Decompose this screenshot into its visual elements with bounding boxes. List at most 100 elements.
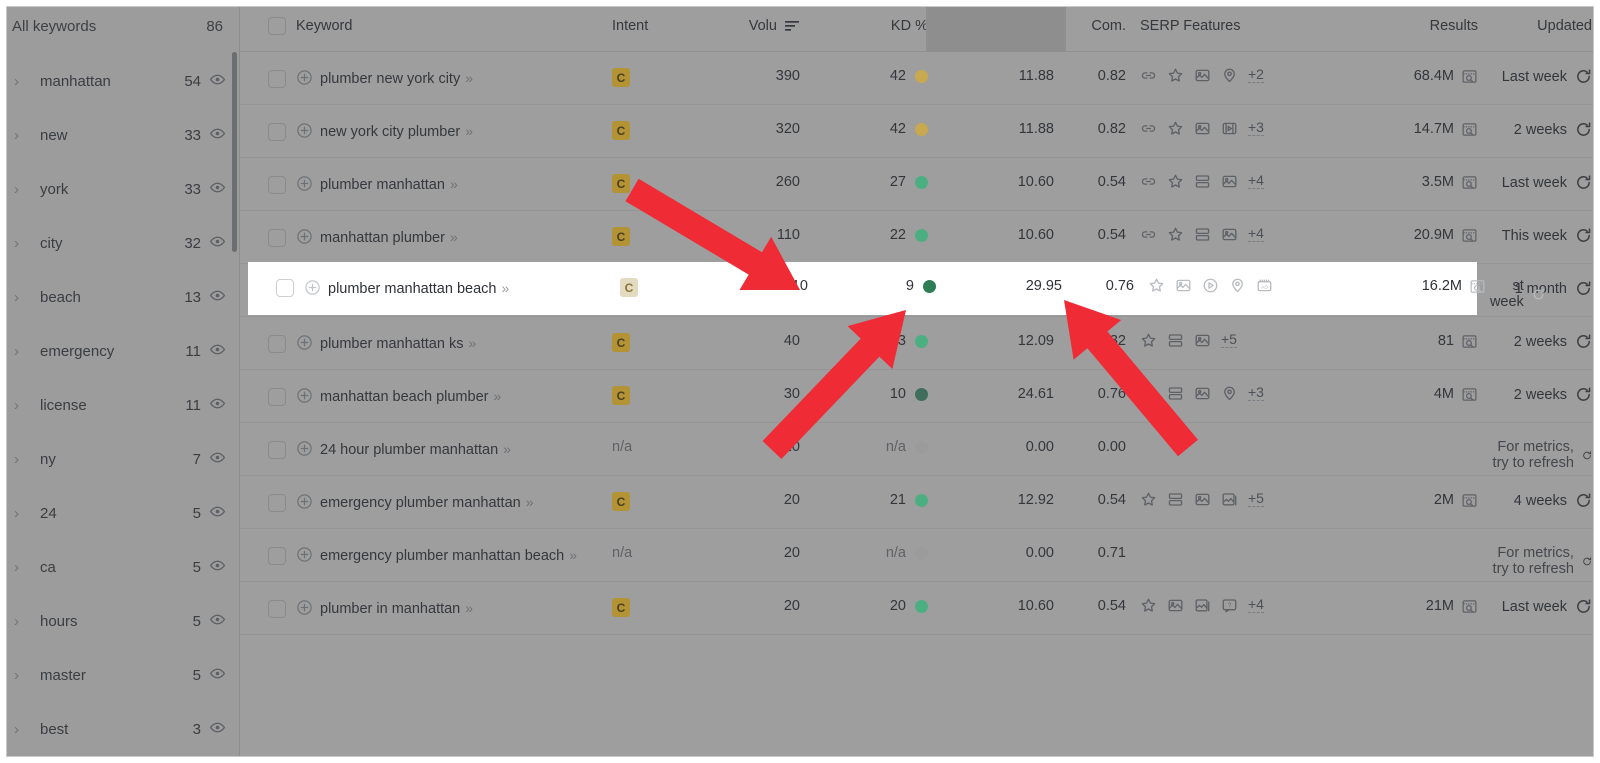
add-keyword-icon[interactable] [296,387,313,404]
link-icon[interactable] [1140,173,1157,190]
keyword-cell[interactable]: 24 hour plumber manhattan» [296,423,612,461]
keyword-text[interactable]: plumber manhattan » [320,174,458,196]
col-header-serp-features[interactable]: SERP Features [1126,18,1352,34]
keyword-expand-icon[interactable]: » [465,600,473,616]
link-icon[interactable] [1140,226,1157,243]
row-select-cell[interactable] [240,476,296,512]
refresh-icon[interactable] [1575,598,1592,615]
serp-features-more[interactable]: +4 [1248,173,1264,189]
sidebar-item-manhattan[interactable]: › manhattan 54 [0,54,239,108]
image-icon[interactable] [1221,226,1238,243]
row-checkbox[interactable] [268,547,286,565]
image-alt-icon[interactable] [1194,597,1211,614]
add-to-list-icon[interactable] [296,493,313,514]
star-icon[interactable] [1140,597,1157,614]
sidebar-item-24[interactable]: › 24 5 [0,486,239,540]
intent-badge[interactable]: C [612,227,630,246]
refresh-icon[interactable] [1575,492,1592,509]
video-icon[interactable] [1202,277,1219,294]
intent-badge[interactable]: C [612,174,630,193]
keyword-text[interactable]: manhattan plumber » [320,227,458,249]
serp-features-more[interactable]: +5 [1221,332,1237,348]
serp-features-more[interactable]: +3 [1248,385,1264,401]
star-icon[interactable] [1148,277,1165,294]
image-icon[interactable] [1175,277,1192,294]
chevron-right-icon[interactable]: › [14,722,30,737]
visibility-toggle[interactable] [209,667,226,683]
keyword-cell[interactable]: emergency plumber manhattan » [296,476,612,514]
eye-icon[interactable] [209,451,226,464]
add-keyword-icon[interactable] [296,599,313,616]
row-select-cell[interactable] [240,423,296,459]
add-to-list-icon[interactable] [296,546,313,567]
row-checkbox[interactable] [268,229,286,247]
eye-icon[interactable] [209,559,226,572]
add-to-list-icon[interactable] [296,334,313,355]
refresh-icon[interactable] [1575,121,1592,138]
select-all-checkbox[interactable] [268,16,286,35]
keyword-expand-icon[interactable]: » [450,229,458,245]
eye-icon[interactable] [209,397,226,410]
intent-badge[interactable]: C [612,492,630,511]
keyword-text[interactable]: plumber in manhattan» [320,598,473,620]
col-header-updated[interactable]: Updated [1478,18,1600,34]
eye-icon[interactable] [209,127,226,140]
refresh-icon[interactable] [1575,68,1592,85]
sidebar-item-york[interactable]: › york 33 [0,162,239,216]
select-all-cell[interactable] [240,16,296,35]
sidebar-item-city[interactable]: › city 32 [0,216,239,270]
add-keyword-icon[interactable] [296,228,313,245]
stack-icon[interactable] [1167,332,1184,349]
eye-icon[interactable] [209,343,226,356]
visibility-toggle[interactable] [209,235,226,251]
image-icon[interactable] [1194,385,1211,402]
sidebar-item-master[interactable]: › master 5 [0,648,239,702]
star-icon[interactable] [1140,385,1157,402]
keyword-cell[interactable]: plumber manhattan » [296,158,612,196]
keyword-cell[interactable]: manhattan plumber » [296,211,612,249]
intent-badge[interactable]: C [620,278,638,297]
add-keyword-icon[interactable] [296,440,313,457]
keyword-text[interactable]: plumber new york city» [320,68,473,90]
keyword-text[interactable]: emergency plumber manhattan » [320,492,533,514]
chevron-right-icon[interactable]: › [14,290,30,305]
star-icon[interactable] [1167,120,1184,137]
chevron-right-icon[interactable]: › [14,452,30,467]
row-checkbox[interactable] [268,441,286,459]
eye-icon[interactable] [209,505,226,518]
stack-icon[interactable] [1167,385,1184,402]
keyword-text[interactable]: 24 hour plumber manhattan» [320,439,511,461]
visibility-toggle[interactable] [209,289,226,305]
eye-icon[interactable] [209,181,226,194]
col-header-kd[interactable]: KD % [816,18,928,34]
eye-icon[interactable] [209,667,226,680]
add-keyword-icon[interactable] [296,69,313,86]
highlighted-keyword-row[interactable]: plumber manhattan beach» C 110 9 29.95 0.76 AD… [248,262,1544,315]
table-row[interactable]: emergency plumber manhattan » C 20 21 12.92 0.… [240,476,1600,529]
sidebar-item-ny[interactable]: › ny 7 [0,432,239,486]
row-select-cell[interactable] [240,317,296,353]
keyword-expand-icon[interactable]: » [468,335,476,351]
location-icon[interactable] [1221,67,1238,84]
row-checkbox[interactable] [268,494,286,512]
link-icon[interactable] [1140,120,1157,137]
row-select-cell[interactable] [240,529,296,565]
add-to-list-icon[interactable] [296,69,313,90]
chevron-right-icon[interactable]: › [14,74,30,89]
keyword-cell[interactable]: plumber manhattan beach» [304,262,620,300]
keyword-expand-icon[interactable]: » [465,123,473,139]
refresh-icon[interactable] [1575,280,1592,297]
chevron-right-icon[interactable]: › [14,182,30,197]
chevron-right-icon[interactable]: › [14,236,30,251]
add-keyword-icon[interactable] [296,334,313,351]
location-icon[interactable] [1221,385,1238,402]
star-icon[interactable] [1167,173,1184,190]
visibility-toggle[interactable] [209,559,226,575]
table-row[interactable]: emergency plumber manhattan beach» n/a 20 n… [240,529,1600,582]
stack-icon[interactable] [1194,173,1211,190]
video-box-icon[interactable] [1221,120,1238,137]
intent-badge[interactable]: C [612,333,630,352]
row-checkbox[interactable] [268,600,286,618]
table-row[interactable]: plumber in manhattan» C 20 20 10.60 0.54? +4 21… [240,582,1600,635]
add-to-list-icon[interactable] [296,175,313,196]
